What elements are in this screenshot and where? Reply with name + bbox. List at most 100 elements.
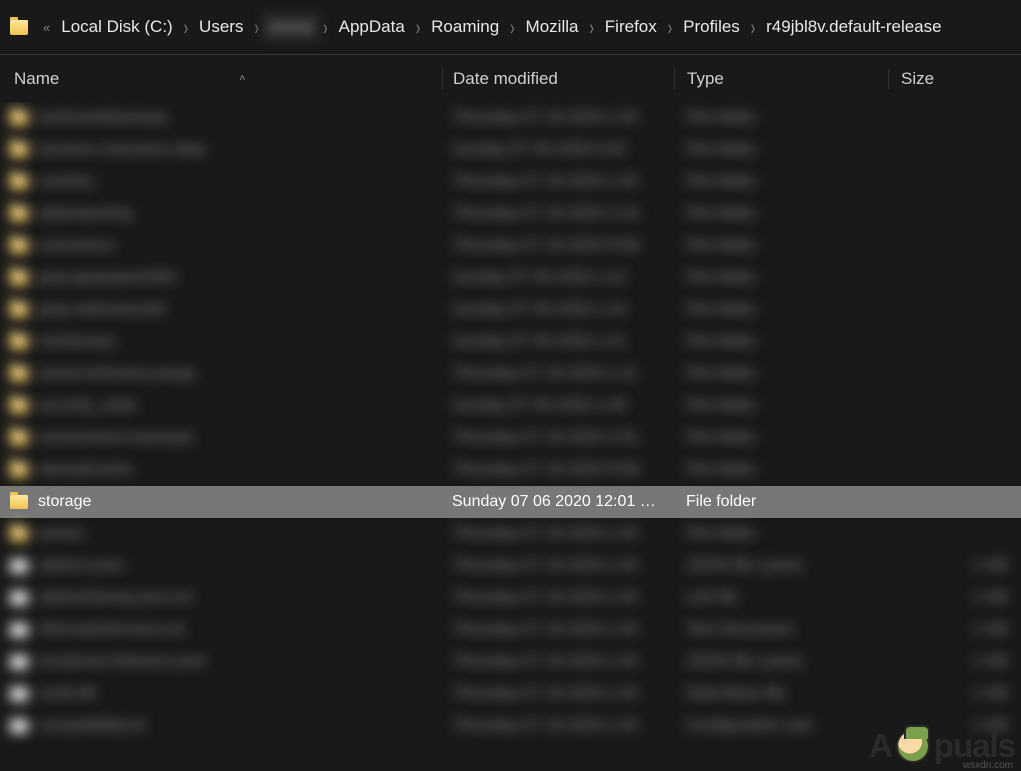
file-name: gmp-widevinecdm [38, 301, 167, 319]
chevron-right-icon[interactable]: › [668, 20, 672, 35]
folder-icon [10, 239, 28, 253]
breadcrumb-bar: « Local Disk (C:) › Users › xxxxx › AppD… [0, 0, 1021, 54]
file-row[interactable]: security_stateSunday 07 05 2020 1:40File… [0, 390, 1021, 422]
file-name: browser-extension-data [38, 141, 205, 159]
file-type: File folder [674, 525, 888, 543]
file-row[interactable]: broadcast-listeners.jsonThursday 07 16 2… [0, 646, 1021, 678]
file-row[interactable]: addons.json Thursday 07 16 2020 1:52JSON … [0, 550, 1021, 582]
file-row[interactable]: bookmarkbackupsThursday 07 16 2020 1:52F… [0, 102, 1021, 134]
file-date: Thursday 07 16 2020 9:58 [442, 461, 674, 479]
breadcrumb-item-0[interactable]: Local Disk (C:) [53, 13, 180, 41]
file-row[interactable]: cert9.dbThursday 07 16 2020 1:52Data Bas… [0, 678, 1021, 710]
sub-watermark: wsxdn.com [963, 760, 1013, 771]
chevron-right-icon[interactable]: › [323, 20, 327, 35]
column-header-size[interactable]: Size [888, 69, 1021, 89]
chevron-right-icon[interactable]: › [416, 20, 420, 35]
file-date: Thursday 07 16 2020 9:58 [442, 237, 674, 255]
file-row[interactable]: datareportingThursday 07 16 2020 2:14Fil… [0, 198, 1021, 230]
file-row[interactable]: AlternateServices.txt Thursday 07 16 2020… [0, 614, 1021, 646]
file-row[interactable]: minidumpsSunday 07 05 2020 1:21File fold… [0, 326, 1021, 358]
breadcrumb-item-6[interactable]: Firefox [597, 13, 665, 41]
column-header-date[interactable]: Date modified [442, 69, 674, 89]
folder-icon [10, 143, 28, 157]
folder-icon [10, 495, 28, 509]
file-type: File folder [674, 205, 888, 223]
file-type: File folder [674, 109, 888, 127]
file-name: compatibility.ini [38, 717, 145, 735]
file-name: addonStartup.json.lz4 [38, 589, 193, 607]
file-name: cert9.db [38, 685, 96, 703]
file-date: Sunday 07 05 2020 1:22 [442, 269, 674, 287]
file-name: gmp-gmpopenh264 [38, 269, 177, 287]
file-row[interactable]: gmp-gmpopenh264Sunday 07 05 2020 1:22Fil… [0, 262, 1021, 294]
file-type: LZ4 file [674, 589, 888, 607]
file-type: Configuration sett [674, 717, 888, 735]
file-name: startupCache [38, 461, 133, 479]
chevron-right-icon[interactable]: › [184, 20, 188, 35]
file-name: addons.json [38, 557, 124, 575]
folder-icon [10, 271, 28, 285]
file-type: Data Base file [674, 685, 888, 703]
chevron-right-icon[interactable]: › [510, 20, 514, 35]
folder-icon [10, 335, 28, 349]
breadcrumb-item-7[interactable]: Profiles [675, 13, 748, 41]
chevron-right-icon[interactable]: › [589, 20, 593, 35]
file-icon [10, 687, 28, 701]
file-date: Thursday 07 16 2020 2:01 [442, 429, 674, 447]
file-name: AlternateServices.txt [38, 621, 185, 639]
breadcrumb-item-1[interactable]: Users [191, 13, 251, 41]
file-list: bookmarkbackupsThursday 07 16 2020 1:52F… [0, 102, 1021, 763]
file-name: storage [38, 493, 91, 511]
folder-icon [10, 399, 28, 413]
file-date: Sunday 07 05 2020 9:42 [442, 141, 674, 159]
file-date: Thursday 07 16 2020 1:52 [442, 621, 674, 639]
column-header-row: Name ˄ Date modified Type Size [0, 54, 1021, 102]
file-name: weave [38, 525, 84, 543]
file-row[interactable]: startupCache Thursday 07 16 2020 9:58File… [0, 454, 1021, 486]
file-type: File folder [674, 397, 888, 415]
file-row[interactable]: crashesThursday 07 16 2020 1:52File fold… [0, 166, 1021, 198]
folder-icon [10, 207, 28, 221]
column-header-name[interactable]: Name ˄ [0, 69, 442, 89]
column-header-name-label: Name [14, 69, 59, 89]
folder-icon [10, 303, 28, 317]
file-name: saved-telemetry-pings [38, 365, 195, 383]
file-row[interactable]: extensionsThursday 07 16 2020 9:58File f… [0, 230, 1021, 262]
breadcrumb-item-2[interactable]: xxxxx [262, 13, 321, 41]
file-type: File folder [674, 461, 888, 479]
file-row[interactable]: sessionstore-backupsThursday 07 16 2020 … [0, 422, 1021, 454]
file-row[interactable]: gmp-widevinecdmSunday 07 05 2020 1:24Fil… [0, 294, 1021, 326]
file-icon [10, 719, 28, 733]
folder-icon [10, 431, 28, 445]
folder-icon [10, 175, 28, 189]
folder-icon [10, 463, 28, 477]
chevron-right-icon[interactable]: › [254, 20, 258, 35]
file-type: File folder [674, 429, 888, 447]
chevron-right-icon[interactable]: › [751, 20, 755, 35]
file-name: crashes [38, 173, 94, 191]
file-date: Thursday 07 16 2020 1:52 [442, 589, 674, 607]
file-row[interactable]: storageSunday 07 06 2020 12:01 …File fol… [0, 486, 1021, 518]
file-type: File folder [674, 333, 888, 351]
breadcrumb-overflow[interactable]: « [43, 20, 50, 35]
breadcrumb-item-3[interactable]: AppData [331, 13, 413, 41]
file-date: Sunday 07 05 2020 1:21 [442, 333, 674, 351]
file-row[interactable]: saved-telemetry-pingsThursday 07 16 2020… [0, 358, 1021, 390]
file-row[interactable]: weave Thursday 07 16 2020 1:52File folder [0, 518, 1021, 550]
breadcrumb-item-4[interactable]: Roaming [423, 13, 507, 41]
file-date: Thursday 07 16 2020 1:52 [442, 557, 674, 575]
file-row[interactable]: compatibility.iniThursday 07 16 2020 1:5… [0, 710, 1021, 742]
file-row[interactable]: addonStartup.json.lz4 Thursday 07 16 2020… [0, 582, 1021, 614]
file-date: Thursday 07 16 2020 1:52 [442, 525, 674, 543]
file-type: JSON file (.json) [674, 557, 888, 575]
breadcrumb-item-5[interactable]: Mozilla [518, 13, 587, 41]
column-header-type[interactable]: Type [674, 69, 888, 89]
file-icon [10, 623, 28, 637]
file-date: Sunday 07 05 2020 1:24 [442, 301, 674, 319]
file-row[interactable]: browser-extension-data Sunday 07 05 2020 … [0, 134, 1021, 166]
file-name: broadcast-listeners.json [38, 653, 207, 671]
breadcrumb-item-8[interactable]: r49jbl8v.default-release [758, 13, 949, 41]
file-type: JSON file (.json) [674, 653, 888, 671]
file-type: File folder [674, 493, 888, 511]
file-name: datareporting [38, 205, 132, 223]
